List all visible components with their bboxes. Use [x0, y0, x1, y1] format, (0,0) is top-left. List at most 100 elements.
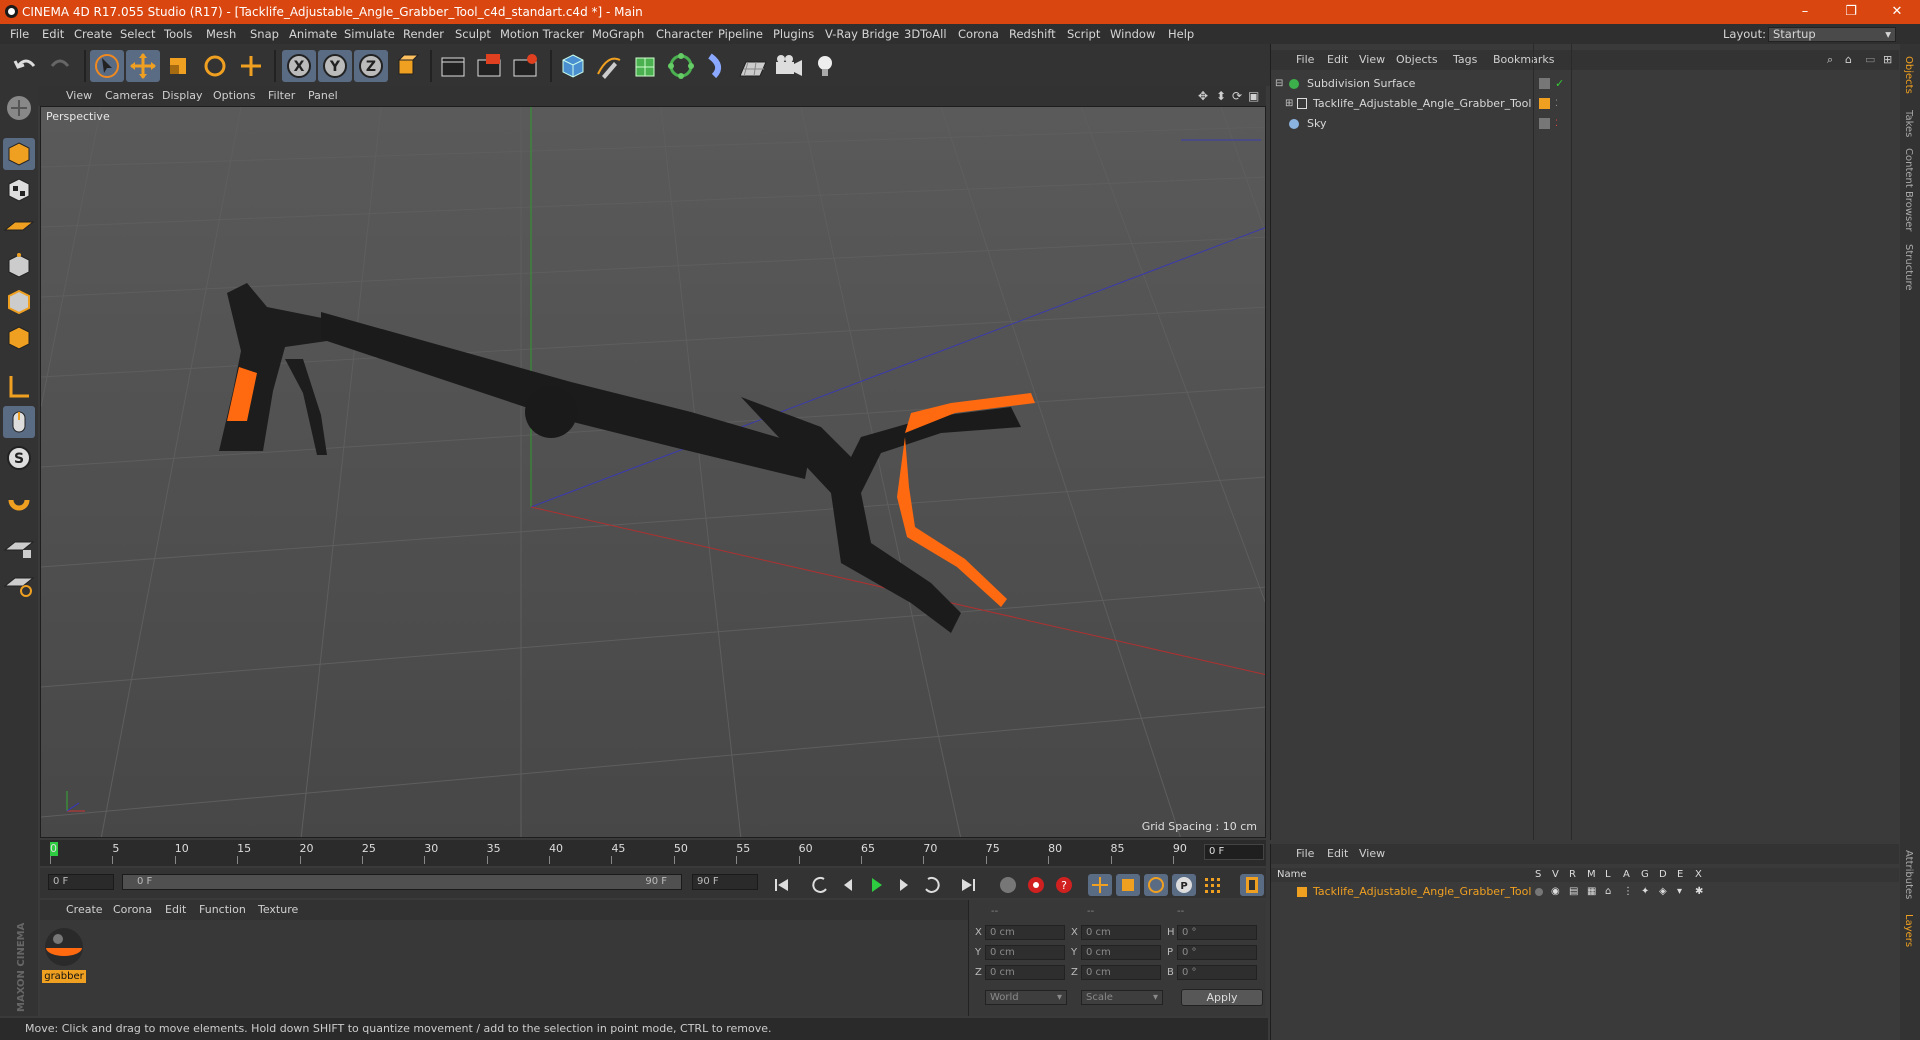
texture-mode-icon[interactable]	[3, 174, 35, 206]
material-menu-edit[interactable]: Edit	[165, 900, 186, 920]
timeline-ruler[interactable]: 0 5 10 15 20 25 30 35 40 45 50 55 60 65 70 75 80 85 90 0 F	[40, 840, 1266, 866]
next-key-icon[interactable]	[920, 874, 944, 896]
editor-visibility-icon[interactable]	[1539, 78, 1550, 89]
material-menu-texture[interactable]: Texture	[258, 900, 298, 920]
menu-help[interactable]: Help	[1168, 24, 1194, 44]
object-row-subdivision[interactable]: ⊟ Subdivision Surface ✓	[1271, 74, 1899, 94]
coord-size-z-field[interactable]: 0 cm	[1081, 965, 1161, 980]
tweak-mode-icon[interactable]	[3, 406, 35, 438]
apply-button[interactable]: Apply	[1181, 989, 1263, 1006]
select-arrow-icon[interactable]	[90, 50, 124, 82]
xref-icon[interactable]: ✱	[1695, 884, 1703, 900]
menu-script[interactable]: Script	[1067, 24, 1100, 44]
end-frame-field[interactable]: 90 F	[692, 874, 758, 890]
snap-icon[interactable]: S	[3, 442, 35, 474]
perspective-viewport[interactable]: Perspective Grid Spacing : 10 cm	[40, 106, 1266, 838]
motion-record-icon[interactable]	[996, 874, 1020, 896]
menu-redshift[interactable]: Redshift	[1009, 24, 1056, 44]
render-settings-icon[interactable]	[508, 50, 542, 82]
tab-content-browser[interactable]: Content Browser	[1903, 148, 1914, 231]
menu-simulate[interactable]: Simulate	[344, 24, 395, 44]
viewport-maximize-icon[interactable]: ▣	[1248, 86, 1259, 106]
tab-structure[interactable]: Structure	[1903, 244, 1914, 291]
eye-icon[interactable]: ◉	[1551, 884, 1560, 900]
light-icon[interactable]	[808, 50, 842, 82]
coord-rot-b-field[interactable]: 0 °	[1177, 965, 1257, 980]
collapse-icon[interactable]: ⊟	[1275, 74, 1283, 94]
menu-sculpt[interactable]: Sculpt	[455, 24, 491, 44]
menu-select[interactable]: Select	[120, 24, 155, 44]
z-axis-icon[interactable]: Z	[354, 50, 388, 82]
polygons-mode-icon[interactable]	[3, 322, 35, 354]
object-menu-objects[interactable]: Objects	[1396, 50, 1438, 70]
go-to-start-icon[interactable]	[770, 874, 794, 896]
floor-icon[interactable]	[736, 50, 770, 82]
object-menu-file[interactable]: File	[1296, 50, 1314, 70]
workplane-lock-icon[interactable]	[3, 532, 35, 564]
coord-pos-x-field[interactable]: 0 cm	[985, 925, 1065, 940]
menu-mograph[interactable]: MoGraph	[592, 24, 644, 44]
key-position-icon[interactable]	[1088, 874, 1112, 896]
key-rotation-icon[interactable]	[1144, 874, 1168, 896]
coordinate-system-icon[interactable]	[390, 50, 424, 82]
key-pla-icon[interactable]	[1200, 874, 1224, 896]
object-menu-edit[interactable]: Edit	[1327, 50, 1348, 70]
coord-rot-p-field[interactable]: 0 °	[1177, 945, 1257, 960]
restore-button[interactable]: ❐	[1828, 0, 1874, 24]
expand-icon[interactable]: ⊞	[1883, 50, 1892, 70]
menu-corona[interactable]: Corona	[958, 24, 999, 44]
redo-icon[interactable]	[44, 50, 78, 82]
layer-color-swatch[interactable]	[1539, 98, 1550, 109]
cube-icon[interactable]	[556, 50, 590, 82]
last-tool-icon[interactable]	[234, 50, 268, 82]
render-icon[interactable]: ▤	[1569, 884, 1578, 900]
lock-icon[interactable]: ⌂	[1605, 884, 1611, 900]
new-view-icon[interactable]: ▭	[1865, 50, 1875, 70]
rotate-icon[interactable]	[198, 50, 232, 82]
deformer-toggle-icon[interactable]: ◈	[1659, 884, 1667, 900]
tab-attributes[interactable]: Attributes	[1903, 850, 1914, 899]
object-row-sky[interactable]: Sky ⁚	[1271, 114, 1899, 134]
move-icon[interactable]	[126, 50, 160, 82]
points-mode-icon[interactable]	[3, 250, 35, 282]
previous-key-icon[interactable]	[808, 874, 832, 896]
camera-icon[interactable]	[772, 50, 806, 82]
object-menu-bookmarks[interactable]: Bookmarks	[1493, 50, 1554, 70]
key-parameter-icon[interactable]: P	[1172, 874, 1196, 896]
undo-icon[interactable]	[8, 50, 42, 82]
menu-create[interactable]: Create	[74, 24, 112, 44]
frame-range-slider[interactable]: 0 F 90 F	[122, 874, 682, 890]
close-button[interactable]: ✕	[1874, 0, 1920, 24]
coord-mode-dropdown[interactable]: World ▾	[985, 990, 1067, 1005]
menu-vray-bridge[interactable]: V-Ray Bridge	[825, 24, 899, 44]
solo-toggle-icon[interactable]	[1535, 888, 1543, 896]
play-forward-icon[interactable]	[864, 874, 888, 896]
visibility-dots-icon[interactable]: ⁚	[1555, 94, 1558, 114]
render-view-icon[interactable]	[436, 50, 470, 82]
layer-color-swatch[interactable]	[1297, 887, 1307, 897]
enabled-check-icon[interactable]: ✓	[1555, 74, 1564, 94]
edges-mode-icon[interactable]	[3, 286, 35, 318]
menu-3dtoall[interactable]: 3DToAll	[904, 24, 947, 44]
coord-size-y-field[interactable]: 0 cm	[1081, 945, 1161, 960]
search-icon[interactable]: ⌕	[1827, 50, 1833, 70]
next-frame-icon[interactable]	[892, 874, 916, 896]
layer-menu-view[interactable]: View	[1359, 844, 1385, 864]
render-visibility-dots-icon[interactable]: ⁚	[1555, 114, 1558, 134]
axis-mode-icon[interactable]	[3, 370, 35, 402]
viewport-menu-filter[interactable]: Filter	[268, 86, 295, 106]
viewport-menu-cameras[interactable]: Cameras	[105, 86, 154, 106]
start-frame-field[interactable]: 0 F	[48, 874, 114, 890]
expand-icon[interactable]: ⊞	[1285, 94, 1293, 114]
animation-icon[interactable]: ⋮	[1623, 884, 1633, 900]
viewport-nav-rotate-icon[interactable]: ⟳	[1232, 86, 1242, 106]
menu-file[interactable]: File	[10, 24, 29, 44]
material-item[interactable]: grabber	[42, 926, 86, 984]
viewport-menu-display[interactable]: Display	[162, 86, 203, 106]
viewport-menu-options[interactable]: Options	[213, 86, 255, 106]
workplane-icon[interactable]	[3, 92, 35, 124]
material-menu-corona[interactable]: Corona	[113, 900, 152, 920]
model-mode-icon[interactable]	[3, 138, 35, 170]
manager-icon[interactable]: ▦	[1587, 884, 1596, 900]
viewport-nav-move-icon[interactable]: ✥	[1198, 86, 1208, 106]
